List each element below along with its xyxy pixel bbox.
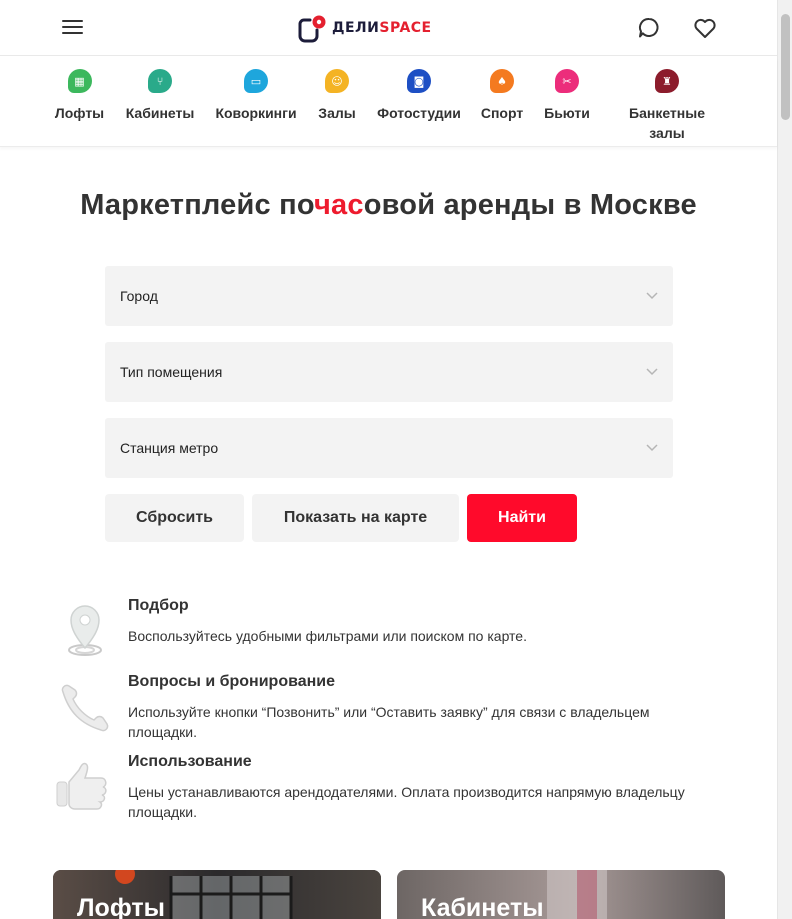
room-type-select[interactable]: Тип помещения bbox=[105, 342, 673, 402]
card-offices[interactable]: Кабинеты bbox=[397, 870, 725, 919]
category-label: Залы bbox=[318, 105, 356, 121]
title-part1: Маркетплейс по bbox=[80, 189, 315, 221]
category-label: Банкетные залы bbox=[629, 105, 705, 141]
step-title: Подбор bbox=[128, 597, 189, 614]
category-banquet-halls[interactable]: ♜ Банкетные залы bbox=[626, 69, 708, 143]
step-title: Вопросы и бронирование bbox=[128, 673, 336, 690]
chevron-down-icon bbox=[646, 444, 658, 452]
logo-text-part1: ДЕЛИ bbox=[332, 20, 380, 36]
step-description: Цены устанавливаются арендодателями. Опл… bbox=[128, 784, 685, 820]
room-type-select-label: Тип помещения bbox=[120, 364, 223, 380]
chat-bubble-icon[interactable] bbox=[636, 15, 662, 41]
hall-icon: ☺ bbox=[325, 69, 349, 93]
category-beauty[interactable]: ✂ Бьюти bbox=[544, 69, 590, 123]
card-label: Кабинеты bbox=[421, 894, 544, 919]
logo-mark-icon bbox=[298, 14, 326, 43]
metro-select-label: Станция метро bbox=[120, 440, 219, 456]
step-title: Использование bbox=[128, 753, 252, 770]
category-photostudios[interactable]: ◙ Фотостудии bbox=[377, 69, 461, 123]
step-description: Используйте кнопки “Позвонить” или “Оста… bbox=[128, 704, 650, 740]
chevron-down-icon bbox=[646, 292, 658, 300]
title-highlight: час bbox=[314, 189, 364, 221]
category-coworkings[interactable]: ▭ Коворкинги bbox=[215, 69, 297, 123]
loft-icon: ▦ bbox=[67, 69, 92, 93]
heart-icon[interactable] bbox=[692, 15, 718, 41]
category-offices[interactable]: ⑂ Кабинеты bbox=[125, 69, 195, 123]
city-select-label: Город bbox=[120, 288, 158, 304]
site-header: ДЕЛИSPACE bbox=[0, 0, 777, 56]
category-label: Лофты bbox=[54, 105, 105, 121]
card-lofts[interactable]: Лофты bbox=[53, 870, 381, 919]
step-description: Воспользуйтесь удобными фильтрами или по… bbox=[128, 628, 527, 644]
map-pin-icon bbox=[53, 598, 117, 662]
office-chair-icon: ⑂ bbox=[148, 69, 172, 93]
site-logo[interactable]: ДЕЛИSPACE bbox=[298, 13, 432, 43]
page-title: Маркетплейс почасовой аренды в Москве bbox=[0, 189, 777, 222]
title-part2: овой аренды в Москве bbox=[363, 189, 697, 221]
category-bar: ▦ Лофты ⑂ Кабинеты ▭ Коворкинги ☺ Залы ◙… bbox=[0, 57, 777, 147]
category-label: Бьюти bbox=[544, 105, 590, 121]
category-lofts[interactable]: ▦ Лофты bbox=[54, 69, 105, 123]
category-label: Кабинеты bbox=[125, 105, 195, 121]
wine-glass-icon: ♜ bbox=[655, 69, 679, 93]
reset-button[interactable]: Сбросить bbox=[105, 494, 244, 542]
category-label: Коворкинги bbox=[215, 105, 297, 121]
page-scrollbar[interactable] bbox=[777, 0, 792, 919]
category-label: Спорт bbox=[480, 105, 524, 121]
thumbs-up-icon bbox=[53, 754, 117, 818]
scrollbar-thumb[interactable] bbox=[781, 14, 790, 120]
hamburger-menu-icon[interactable] bbox=[62, 18, 84, 36]
find-button[interactable]: Найти bbox=[467, 494, 577, 542]
running-icon: ♠ bbox=[490, 69, 514, 93]
scissors-icon: ✂ bbox=[555, 69, 579, 93]
category-label: Фотостудии bbox=[377, 105, 461, 121]
chevron-down-icon bbox=[646, 368, 658, 376]
phone-handset-icon bbox=[53, 676, 117, 740]
camera-icon: ◙ bbox=[407, 69, 431, 93]
laptop-icon: ▭ bbox=[244, 69, 268, 93]
city-select[interactable]: Город bbox=[105, 266, 673, 326]
logo-text-part2: SPACE bbox=[379, 20, 432, 36]
metro-select[interactable]: Станция метро bbox=[105, 418, 673, 478]
category-sport[interactable]: ♠ Спорт bbox=[480, 69, 524, 123]
category-halls[interactable]: ☺ Залы bbox=[318, 69, 356, 123]
show-on-map-button[interactable]: Показать на карте bbox=[252, 494, 459, 542]
card-label: Лофты bbox=[77, 894, 165, 919]
